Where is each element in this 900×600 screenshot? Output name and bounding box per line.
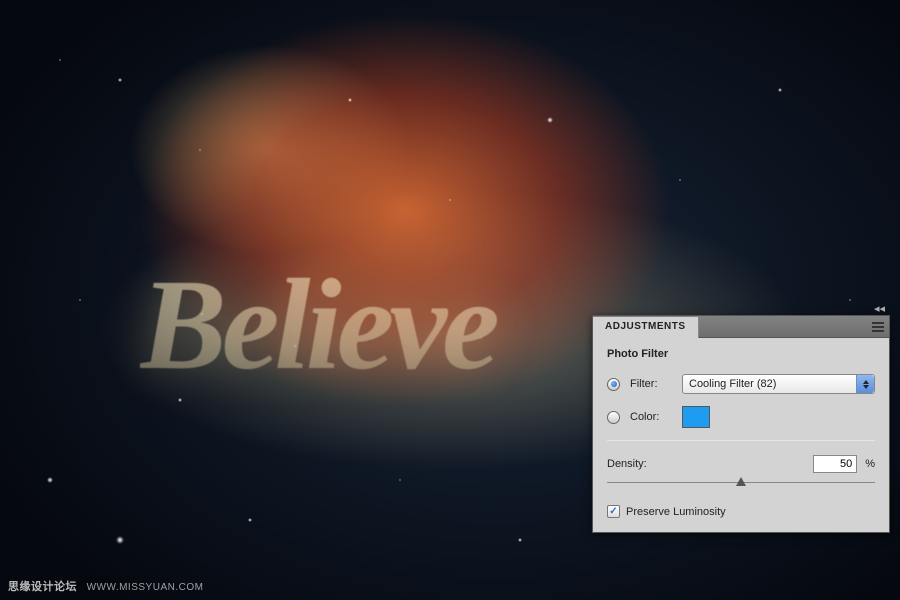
filter-radio[interactable] xyxy=(607,378,620,391)
color-label: Color: xyxy=(630,411,672,423)
panel-tab-bar: ADJUSTMENTS xyxy=(593,316,889,338)
density-unit: % xyxy=(865,458,875,470)
preserve-checkbox[interactable]: ✓ xyxy=(607,505,620,518)
hamburger-icon xyxy=(872,322,884,332)
color-radio[interactable] xyxy=(607,411,620,424)
filter-select-value: Cooling Filter (82) xyxy=(689,378,776,390)
color-row: Color: xyxy=(607,406,875,428)
preserve-label: Preserve Luminosity xyxy=(626,506,726,518)
filter-label: Filter: xyxy=(630,378,672,390)
panel-collapse-icon[interactable]: ◂◂ xyxy=(874,302,885,315)
watermark: 思缘设计论坛 WWW.MISSYUAN.COM xyxy=(8,578,203,594)
adjustments-panel: ◂◂ ADJUSTMENTS Photo Filter Filter: Cool… xyxy=(592,315,890,533)
density-row: Density: % xyxy=(607,455,875,473)
color-swatch[interactable] xyxy=(682,406,710,428)
watermark-site-cn: 思缘设计论坛 xyxy=(8,581,77,593)
slider-thumb[interactable] xyxy=(736,477,746,486)
density-input[interactable] xyxy=(813,455,857,473)
select-arrows-icon xyxy=(856,375,874,393)
watermark-site-url: WWW.MISSYUAN.COM xyxy=(87,582,204,593)
filter-row: Filter: Cooling Filter (82) xyxy=(607,374,875,394)
filter-select[interactable]: Cooling Filter (82) xyxy=(682,374,875,394)
panel-menu-button[interactable] xyxy=(867,316,889,337)
tab-adjustments[interactable]: ADJUSTMENTS xyxy=(593,317,699,338)
panel-body: Photo Filter Filter: Cooling Filter (82)… xyxy=(593,338,889,532)
density-label: Density: xyxy=(607,458,805,470)
preserve-row: ✓ Preserve Luminosity xyxy=(607,505,875,518)
divider xyxy=(607,440,875,441)
density-slider[interactable] xyxy=(607,475,875,491)
adjustment-title: Photo Filter xyxy=(607,348,875,360)
